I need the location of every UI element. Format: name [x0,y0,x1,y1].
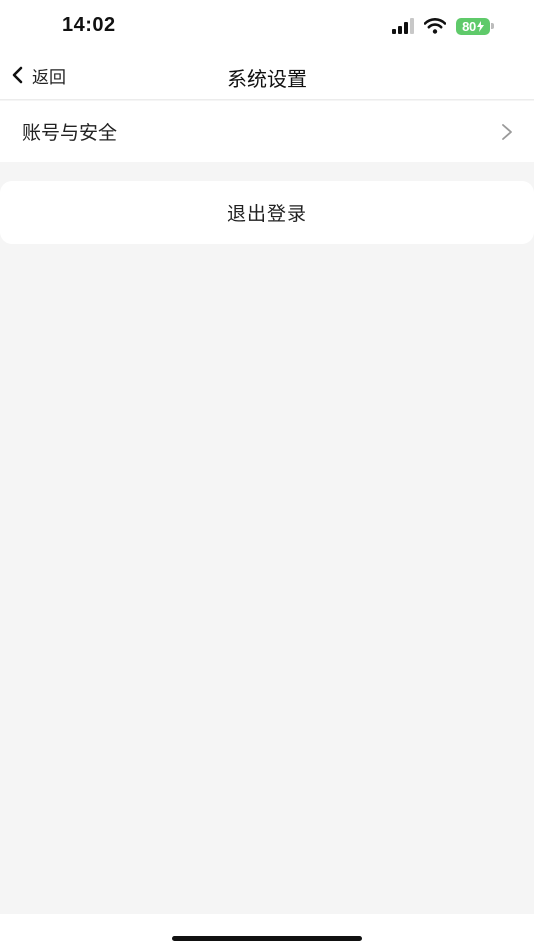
wifi-icon [424,18,446,34]
cellular-signal-icon [392,18,414,34]
battery-tip [491,23,494,29]
status-time: 14:02 [62,14,116,36]
battery-level: 80 [456,17,490,35]
chevron-right-icon [502,124,512,140]
home-indicator[interactable] [172,936,362,941]
page-title: 系统设置 [227,67,307,91]
settings-item-label: 账号与安全 [22,122,118,144]
logout-label: 退出登录 [226,203,307,225]
settings-item-account-security[interactable]: 账号与安全 [0,101,534,162]
charging-bolt-icon [476,20,484,32]
battery-charging-icon: 80 [456,17,494,35]
bottom-safe-area [0,914,534,950]
logout-button[interactable]: 退出登录 [0,181,534,244]
battery-percent: 80 [462,18,476,34]
status-icons: 80 [392,16,494,36]
navigation-bar: 返回 系统设置 [0,52,534,100]
status-bar: 14:02 80 [0,0,534,52]
